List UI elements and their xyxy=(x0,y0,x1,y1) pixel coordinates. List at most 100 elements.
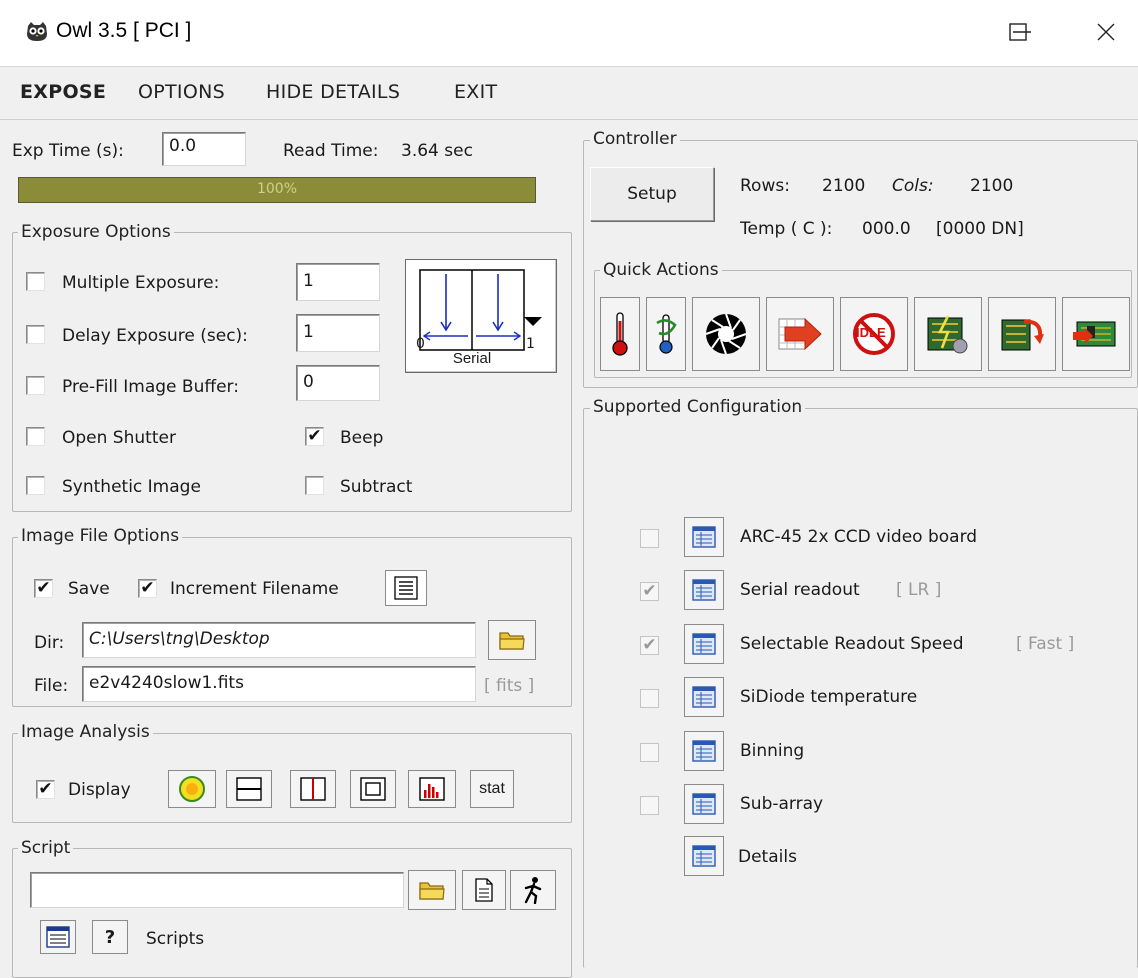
dir-input[interactable]: C:\Users\tng\Desktop xyxy=(82,622,476,658)
multiple-exposure-input[interactable]: 1 xyxy=(296,263,380,301)
menu-expose[interactable]: EXPOSE xyxy=(20,81,106,103)
read-time-label: Read Time: xyxy=(283,141,379,161)
config-item-label: Serial readout xyxy=(740,580,860,600)
details-button[interactable] xyxy=(684,836,724,876)
multiple-exposure-checkbox[interactable] xyxy=(26,272,45,291)
stat-button[interactable]: stat xyxy=(470,770,514,808)
config-item: ARC-45 2x CCD video board xyxy=(640,517,1130,561)
shutter-icon xyxy=(705,313,747,355)
beep-label: Beep xyxy=(340,428,384,448)
open-shutter-checkbox[interactable] xyxy=(26,427,45,446)
controller-title: Controller xyxy=(590,129,680,149)
display-label: Display xyxy=(68,780,131,800)
temp-label: Temp ( C ): xyxy=(740,219,833,239)
menu-hide-details[interactable]: HIDE DETAILS xyxy=(266,81,400,103)
readout-arrow-icon xyxy=(778,317,822,351)
config-item-checkbox[interactable] xyxy=(640,689,659,708)
maximize-icon xyxy=(1009,23,1027,41)
image-view-button[interactable] xyxy=(168,770,216,808)
cooling-button[interactable] xyxy=(646,297,686,371)
script-group xyxy=(12,848,572,978)
list-view-icon xyxy=(692,845,716,867)
image-analysis-title: Image Analysis xyxy=(18,722,153,742)
prefill-buffer-label: Pre-Fill Image Buffer: xyxy=(62,377,239,397)
delay-exposure-checkbox[interactable] xyxy=(26,325,45,344)
idle-button[interactable]: IDLE xyxy=(840,297,908,371)
title-bar: Owl 3.5 [ PCI ] xyxy=(0,0,1138,66)
folder-icon xyxy=(419,882,445,900)
config-item-checkbox[interactable] xyxy=(640,529,659,548)
list-view-icon xyxy=(46,926,70,948)
config-item-label: Selectable Readout Speed xyxy=(740,634,964,654)
readout-mode-selector[interactable]: 0 1 Serial xyxy=(405,259,557,373)
display-checkbox[interactable]: ✔ xyxy=(36,780,55,799)
config-item-details-button[interactable] xyxy=(684,624,724,664)
config-item-checkbox[interactable] xyxy=(640,796,659,815)
config-item-tag: [ LR ] xyxy=(896,580,942,600)
config-item-tag: [ Fast ] xyxy=(1016,634,1075,654)
filename-options-button[interactable] xyxy=(385,570,427,606)
image-view-icon xyxy=(179,776,205,802)
config-item-details-button[interactable] xyxy=(684,784,724,824)
config-item-checkbox[interactable]: ✔ xyxy=(640,636,659,655)
config-item-label: SiDiode temperature xyxy=(740,687,918,707)
column-plot-button[interactable] xyxy=(290,770,336,808)
progress-label: 100% xyxy=(256,181,298,197)
board-button[interactable] xyxy=(1062,297,1130,371)
browse-script-button[interactable] xyxy=(408,870,456,910)
menu-options[interactable]: OPTIONS xyxy=(138,81,225,103)
config-item-label: Binning xyxy=(740,741,805,761)
list-view-icon xyxy=(692,793,716,815)
exp-time-label: Exp Time (s): xyxy=(12,141,124,161)
save-checkbox[interactable]: ✔ xyxy=(34,579,53,598)
prefill-buffer-input[interactable]: 0 xyxy=(296,365,380,401)
synthetic-image-checkbox[interactable] xyxy=(26,476,45,495)
shutter-button[interactable] xyxy=(692,297,760,371)
config-item: Binning xyxy=(640,731,1130,775)
folder-icon xyxy=(499,632,525,650)
exp-time-input[interactable]: 0.0 xyxy=(162,132,246,166)
histogram-button[interactable] xyxy=(408,770,456,808)
config-item-details-button[interactable] xyxy=(684,677,724,717)
script-title: Script xyxy=(18,838,74,858)
config-item-checkbox[interactable]: ✔ xyxy=(640,582,659,601)
readout-button[interactable] xyxy=(766,297,834,371)
delay-exposure-input[interactable]: 1 xyxy=(296,314,380,352)
config-item-checkbox[interactable] xyxy=(640,743,659,762)
list-view-icon xyxy=(394,576,418,600)
close-button[interactable] xyxy=(1084,12,1128,52)
subtract-label: Subtract xyxy=(340,477,413,497)
help-button[interactable]: ? xyxy=(92,920,128,954)
exposure-options-title: Exposure Options xyxy=(18,222,174,242)
beep-checkbox[interactable]: ✔ xyxy=(305,427,324,446)
reset-button[interactable] xyxy=(988,297,1056,371)
rows-value: 2100 xyxy=(822,176,866,196)
config-item-details-button[interactable] xyxy=(684,570,724,610)
setup-button[interactable]: Setup xyxy=(590,167,714,221)
image-file-options-title: Image File Options xyxy=(18,526,183,546)
maximize-button[interactable] xyxy=(996,12,1040,52)
config-item-details-button[interactable] xyxy=(684,731,724,771)
run-script-button[interactable] xyxy=(510,870,556,910)
increment-filename-checkbox[interactable]: ✔ xyxy=(138,579,157,598)
file-input[interactable]: e2v4240slow1.fits xyxy=(82,666,476,702)
row-plot-button[interactable] xyxy=(226,770,272,808)
synthetic-image-label: Synthetic Image xyxy=(62,477,201,497)
idle-text: IDLE xyxy=(856,325,886,340)
list-view-icon xyxy=(692,740,716,762)
config-item-details-button[interactable] xyxy=(684,517,724,557)
config-item-label: ARC-45 2x CCD video board xyxy=(740,527,978,547)
scripts-list-button[interactable] xyxy=(40,920,76,954)
power-on-button[interactable] xyxy=(914,297,982,371)
temperature-button[interactable] xyxy=(600,297,640,371)
prefill-buffer-checkbox[interactable] xyxy=(26,376,45,395)
browse-dir-button[interactable] xyxy=(488,620,536,660)
subtract-checkbox[interactable] xyxy=(305,476,324,495)
config-item: SiDiode temperature xyxy=(640,677,1130,721)
help-icon: ? xyxy=(104,926,116,948)
region-plot-button[interactable] xyxy=(350,770,396,808)
menu-exit[interactable]: EXIT xyxy=(454,81,497,103)
edit-script-button[interactable] xyxy=(462,870,506,910)
cooling-icon xyxy=(656,314,677,354)
script-path-input[interactable] xyxy=(30,872,404,908)
